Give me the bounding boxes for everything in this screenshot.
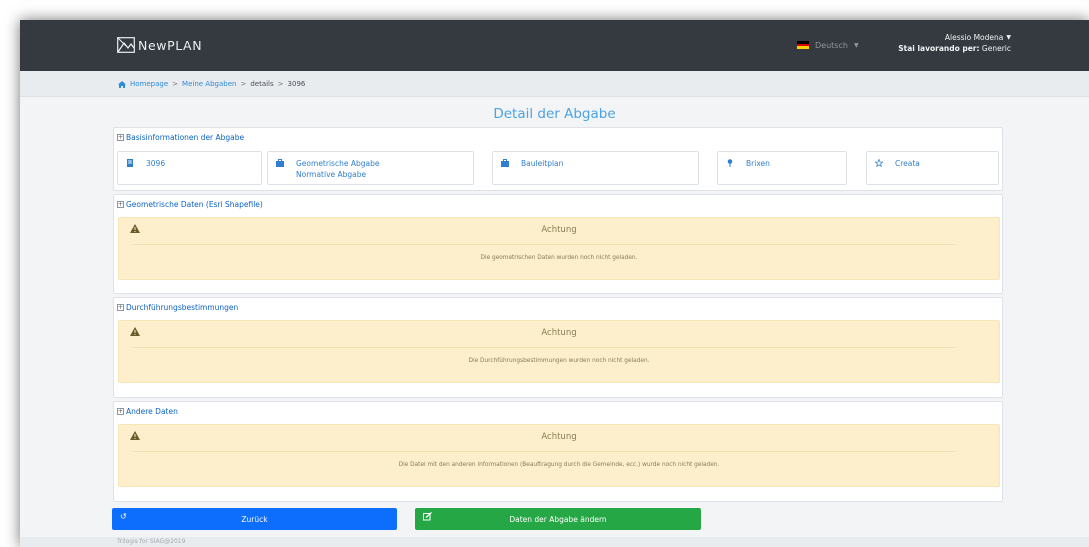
briefcase-icon (501, 159, 509, 167)
other-data-title: Andere Daten (126, 407, 178, 416)
other-data-header[interactable]: + Andere Daten (117, 407, 178, 416)
expand-icon: + (117, 304, 124, 311)
navbar: NewPLAN Deutsch ▼ Alessio Modena ▼ Stai … (20, 20, 1089, 71)
plan-type: Bauleitplan (521, 159, 564, 168)
breadcrumb-homepage-link[interactable]: Homepage (130, 80, 168, 88)
basis-info-panel: + Basisinformationen der Abgabe 3096 Geo… (113, 127, 1003, 191)
document-icon (127, 159, 133, 167)
info-box-type: Geometrische Abgabe Normative Abgabe (267, 151, 474, 185)
basis-info-header[interactable]: + Basisinformationen der Abgabe (117, 133, 244, 142)
expand-icon: + (117, 201, 124, 208)
implementation-title: Durchführungsbestimmungen (126, 303, 239, 312)
language-label: Deutsch (815, 40, 848, 50)
delivery-id: 3096 (146, 159, 166, 168)
page-title: Detail der Abgabe (493, 106, 616, 122)
breadcrumb: Homepage > Meine Abgaben > details > 309… (118, 80, 305, 88)
alert-divider (132, 451, 956, 452)
work-for-value: Generic (981, 44, 1011, 53)
footer: Trilogis for SIAG@2019 (20, 537, 1089, 547)
chevron-down-icon: ▼ (1006, 34, 1011, 41)
work-for-label: Stai lavorando per: (898, 44, 980, 53)
alert-divider (132, 244, 956, 245)
geo-data-header[interactable]: + Geometrische Daten (Esri Shapefile) (117, 200, 263, 209)
language-selector[interactable]: Deutsch ▼ (797, 39, 859, 51)
brand[interactable]: NewPLAN (117, 36, 202, 54)
implementation-alert-title: Achtung (541, 328, 577, 338)
back-button-label: Zurück (241, 515, 268, 524)
breadcrumb-deliveries-link[interactable]: Meine Abgaben (182, 80, 236, 88)
user-name: Alessio Modena (944, 33, 1004, 42)
user-menu[interactable]: Alessio Modena ▼ Stai lavorando per: Gen… (898, 32, 1011, 54)
breadcrumb-bar: Homepage > Meine Abgaben > details > 309… (20, 71, 1089, 97)
delivery-status: Creata (895, 159, 920, 168)
geo-alert-message: Die geometrischen Daten wurden noch nich… (480, 255, 638, 261)
other-warning-alert: Achtung Die Datei mit den anderen Inform… (118, 424, 1000, 487)
app-window: NewPLAN Deutsch ▼ Alessio Modena ▼ Stai … (20, 20, 1089, 547)
german-flag-icon (797, 41, 809, 50)
geo-warning-alert: Achtung Die geometrischen Daten wurden n… (118, 217, 1000, 280)
geo-data-title: Geometrische Daten (Esri Shapefile) (126, 200, 263, 209)
expand-icon: + (117, 134, 124, 141)
implementation-header[interactable]: + Durchführungsbestimmungen (117, 303, 238, 312)
home-icon (118, 80, 126, 88)
edit-delivery-button-label: Daten der Abgabe ändern (509, 515, 607, 524)
expand-icon: + (117, 408, 124, 415)
delivery-type: Geometrische Abgabe (296, 159, 380, 168)
basis-info-title: Basisinformationen der Abgabe (126, 133, 245, 142)
other-alert-message: Die Datei mit den anderen Informationen … (398, 462, 720, 468)
newplan-logo-icon (117, 37, 135, 53)
footer-text: Trilogis for SIAG@2019 (117, 538, 186, 545)
implementation-panel: + Durchführungsbestimmungen Achtung Die … (113, 297, 1003, 398)
breadcrumb-separator: > (277, 80, 284, 88)
breadcrumb-separator: > (240, 80, 247, 88)
geo-alert-title: Achtung (541, 225, 577, 235)
other-data-panel: + Andere Daten Achtung Die Datei mit den… (113, 401, 1003, 502)
brand-name: NewPLAN (138, 37, 203, 53)
briefcase-icon (276, 159, 284, 167)
info-box-id: 3096 (117, 151, 262, 185)
geo-data-panel: + Geometrische Daten (Esri Shapefile) Ac… (113, 194, 1003, 294)
back-button[interactable]: ↺ Zurück (112, 508, 397, 530)
info-box-plan: Bauleitplan (492, 151, 699, 185)
chevron-down-icon: ▼ (853, 41, 859, 49)
info-box-status: Creata (866, 151, 999, 185)
delivery-subtype: Normative Abgabe (296, 170, 367, 179)
breadcrumb-id: 3096 (287, 80, 306, 88)
implementation-warning-alert: Achtung Die Durchführungsbestimmungen wu… (118, 320, 1000, 383)
map-pin-icon (727, 159, 733, 167)
municipality: Brixen (746, 159, 770, 168)
other-alert-title: Achtung (541, 432, 577, 442)
implementation-alert-message: Die Durchführungsbestimmungen wurden noc… (468, 358, 650, 364)
info-box-municipality: Brixen (717, 151, 847, 185)
breadcrumb-separator: > (172, 80, 179, 88)
alert-divider (132, 347, 956, 348)
star-icon (875, 159, 883, 167)
breadcrumb-details: details (250, 80, 274, 88)
edit-delivery-button[interactable]: Daten der Abgabe ändern (415, 508, 701, 530)
